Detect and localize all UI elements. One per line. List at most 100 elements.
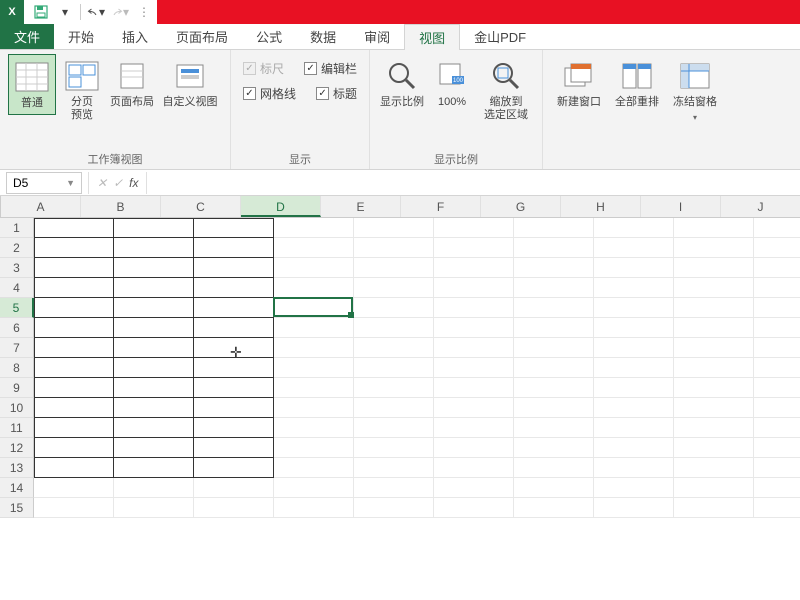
- cell[interactable]: [354, 318, 434, 338]
- cell[interactable]: [514, 478, 594, 498]
- save-icon[interactable]: [32, 3, 50, 21]
- cell[interactable]: [594, 338, 674, 358]
- cell[interactable]: [114, 498, 194, 518]
- cell[interactable]: [194, 418, 274, 438]
- row-header[interactable]: 10: [0, 398, 34, 418]
- tab-home[interactable]: 开始: [54, 24, 108, 49]
- tab-formulas[interactable]: 公式: [242, 24, 296, 49]
- cancel-icon[interactable]: ✕: [97, 176, 107, 190]
- column-header[interactable]: H: [561, 196, 641, 217]
- new-window-button[interactable]: 新建窗口: [551, 54, 607, 113]
- tab-insert[interactable]: 插入: [108, 24, 162, 49]
- cell[interactable]: [434, 398, 514, 418]
- cell[interactable]: [114, 438, 194, 458]
- cell[interactable]: [114, 458, 194, 478]
- cell[interactable]: [594, 238, 674, 258]
- formula-input[interactable]: [146, 172, 800, 194]
- cell[interactable]: [274, 438, 354, 458]
- cell[interactable]: [754, 338, 800, 358]
- cell[interactable]: [114, 338, 194, 358]
- column-header[interactable]: F: [401, 196, 481, 217]
- cell[interactable]: [514, 318, 594, 338]
- cell[interactable]: [34, 358, 114, 378]
- cell[interactable]: [114, 478, 194, 498]
- cell[interactable]: [754, 218, 800, 238]
- view-page-layout-button[interactable]: 页面布局: [108, 54, 156, 113]
- cell[interactable]: [514, 238, 594, 258]
- cell[interactable]: [434, 318, 514, 338]
- column-header[interactable]: J: [721, 196, 800, 217]
- tab-data[interactable]: 数据: [296, 24, 350, 49]
- row-header[interactable]: 12: [0, 438, 34, 458]
- cell[interactable]: [674, 478, 754, 498]
- cell[interactable]: [34, 418, 114, 438]
- cell[interactable]: [514, 338, 594, 358]
- cell[interactable]: [674, 458, 754, 478]
- enter-icon[interactable]: ✓: [113, 176, 123, 190]
- zoom-100-button[interactable]: 100 100%: [428, 54, 476, 113]
- cell[interactable]: [674, 318, 754, 338]
- cell[interactable]: [34, 338, 114, 358]
- cell[interactable]: [194, 338, 274, 358]
- cell[interactable]: [274, 418, 354, 438]
- cell[interactable]: [354, 378, 434, 398]
- cell[interactable]: [194, 398, 274, 418]
- cell[interactable]: [194, 318, 274, 338]
- column-header[interactable]: B: [81, 196, 161, 217]
- cell[interactable]: [754, 398, 800, 418]
- row-header[interactable]: 9: [0, 378, 34, 398]
- cell[interactable]: [114, 278, 194, 298]
- cell[interactable]: [194, 278, 274, 298]
- cell[interactable]: [674, 358, 754, 378]
- cell[interactable]: [354, 218, 434, 238]
- column-header[interactable]: I: [641, 196, 721, 217]
- column-header[interactable]: G: [481, 196, 561, 217]
- cell[interactable]: [354, 478, 434, 498]
- cell[interactable]: [514, 378, 594, 398]
- cell[interactable]: [514, 358, 594, 378]
- cell[interactable]: [274, 258, 354, 278]
- cells-area[interactable]: ✛: [34, 218, 800, 518]
- cell[interactable]: [754, 418, 800, 438]
- cell[interactable]: [194, 218, 274, 238]
- cell[interactable]: [754, 318, 800, 338]
- undo-icon[interactable]: ▾: [87, 3, 105, 21]
- cell[interactable]: [754, 498, 800, 518]
- cell[interactable]: [114, 318, 194, 338]
- cell[interactable]: [114, 238, 194, 258]
- cell[interactable]: [674, 378, 754, 398]
- row-header[interactable]: 5: [0, 298, 34, 318]
- cell[interactable]: [194, 478, 274, 498]
- cell[interactable]: [754, 458, 800, 478]
- freeze-panes-button[interactable]: 冻结窗格▾: [667, 54, 723, 128]
- cell[interactable]: [274, 298, 354, 318]
- cell[interactable]: [514, 438, 594, 458]
- cell[interactable]: [34, 398, 114, 418]
- cell[interactable]: [434, 458, 514, 478]
- cell[interactable]: [514, 218, 594, 238]
- fx-icon[interactable]: fx: [129, 176, 138, 190]
- cell[interactable]: [114, 298, 194, 318]
- cell[interactable]: [34, 498, 114, 518]
- cell[interactable]: [514, 278, 594, 298]
- row-header[interactable]: 11: [0, 418, 34, 438]
- cell[interactable]: [594, 418, 674, 438]
- cell[interactable]: [594, 498, 674, 518]
- row-header[interactable]: 2: [0, 238, 34, 258]
- checkbox-headings[interactable]: 标题: [316, 85, 357, 102]
- cell[interactable]: [354, 358, 434, 378]
- cell[interactable]: [434, 278, 514, 298]
- cell[interactable]: [354, 338, 434, 358]
- row-header[interactable]: 15: [0, 498, 34, 518]
- column-header[interactable]: D: [241, 196, 321, 217]
- cell[interactable]: [354, 238, 434, 258]
- cell[interactable]: [674, 238, 754, 258]
- cell[interactable]: [274, 398, 354, 418]
- cell[interactable]: [434, 258, 514, 278]
- name-box-dropdown-icon[interactable]: ▼: [66, 178, 75, 188]
- cell[interactable]: [594, 298, 674, 318]
- cell[interactable]: [674, 278, 754, 298]
- cell[interactable]: [354, 498, 434, 518]
- tab-file[interactable]: 文件: [0, 24, 54, 49]
- qat-customize-icon[interactable]: ⋮: [135, 3, 153, 21]
